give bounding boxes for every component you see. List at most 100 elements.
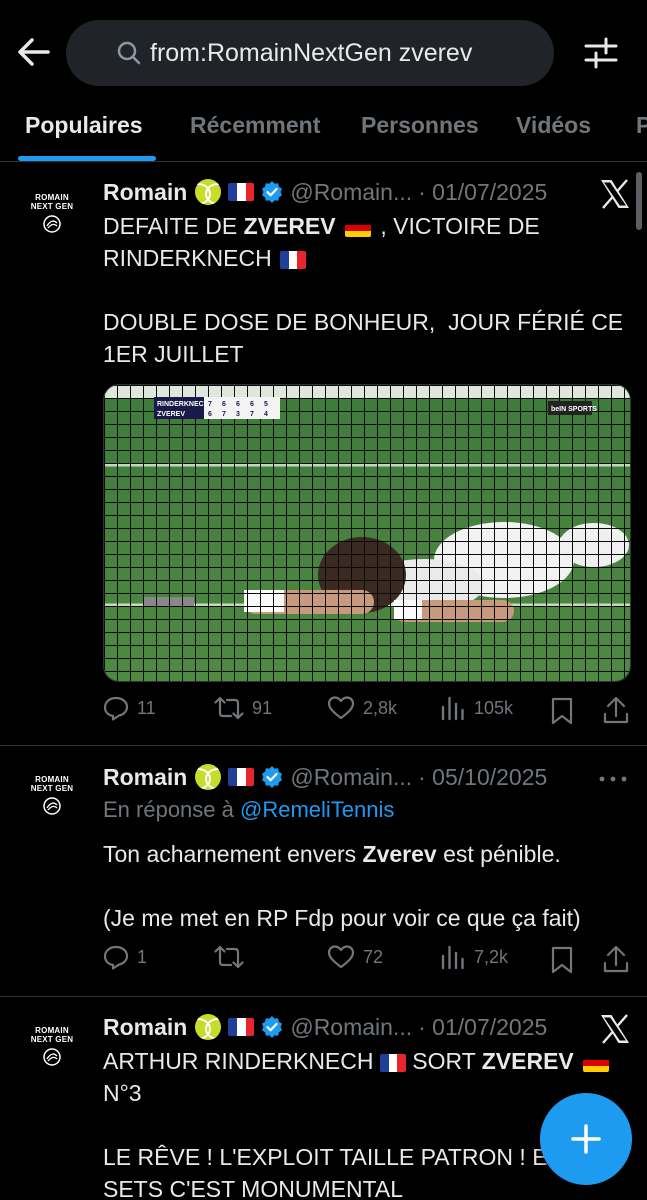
author-handle[interactable]: @Romain...: [290, 1014, 412, 1041]
avatar[interactable]: ROMAIN NEXT GEN: [24, 1018, 80, 1074]
like-button[interactable]: 72: [327, 944, 383, 970]
german-flag-icon: [583, 1053, 610, 1072]
verified-badge-icon: [262, 181, 283, 203]
tweet-header: Romain @Romain... · 01/07/2025: [103, 176, 547, 208]
tab-recemment[interactable]: Récemment: [190, 112, 320, 139]
search-filters-button[interactable]: [580, 32, 622, 74]
x-logo-icon[interactable]: [598, 1012, 632, 1046]
views-icon: [441, 696, 464, 721]
author-name[interactable]: Romain: [103, 179, 187, 206]
tweet-text: DEFAITE DE ZVEREV , VICTOIRE DE RINDERKN…: [103, 210, 633, 370]
views-icon: [441, 945, 464, 970]
verified-badge-icon: [262, 1016, 283, 1038]
scoreboard-set-score: 7: [222, 411, 226, 418]
compose-post-button[interactable]: [540, 1093, 632, 1185]
search-input[interactable]: from:RomainNextGen zverev: [66, 20, 554, 86]
author-name[interactable]: Romain: [103, 764, 187, 791]
author-handle[interactable]: @Romain...: [290, 179, 412, 206]
repost-button[interactable]: [214, 944, 252, 970]
french-flag-icon: [280, 250, 307, 269]
more-options-icon[interactable]: [596, 769, 630, 789]
tab-videos[interactable]: Vidéos: [516, 112, 591, 139]
text-segment: DOUBLE DOSE DE BONHEUR, JOUR FÉRIÉ CE 1E…: [103, 309, 630, 367]
tweet-text: Ton acharnement envers Zverev est pénibl…: [103, 838, 633, 934]
tweet-1[interactable]: ROMAIN NEXT GEN Romain @Romain... · 01/0…: [0, 163, 647, 746]
bookmark-icon[interactable]: [551, 697, 573, 725]
avatar-text-line2: NEXT GEN: [30, 1034, 74, 1044]
highlighted-term: Zverev: [362, 841, 437, 867]
share-icon[interactable]: [603, 945, 629, 973]
heart-icon: [327, 696, 355, 720]
tab-personnes[interactable]: Personnes: [361, 112, 479, 139]
share-icon[interactable]: [603, 696, 629, 724]
like-count: 72: [363, 946, 384, 967]
avatar-logo-icon: [43, 1047, 61, 1066]
french-flag-icon: [379, 1053, 406, 1072]
scoreboard-set-score: 6: [250, 401, 254, 408]
plus-icon: [571, 1124, 601, 1154]
avatar[interactable]: ROMAIN NEXT GEN: [24, 767, 80, 823]
reply-button[interactable]: 11: [103, 695, 156, 721]
french-flag-icon: [228, 183, 255, 201]
scoreboard-set-score: 7: [208, 401, 212, 408]
like-button[interactable]: 2,8k: [327, 695, 397, 721]
author-name[interactable]: Romain: [103, 1014, 187, 1041]
repost-icon: [214, 945, 244, 969]
scoreboard-player2: ZVEREV: [157, 411, 185, 418]
arrow-left-icon: [18, 38, 50, 66]
tweet-date[interactable]: · 05/10/2025: [418, 764, 547, 791]
search-query: from:RomainNextGen zverev: [150, 38, 473, 67]
scoreboard: RINDERKNECH ZVEREV 7 6 6 6 5 6 7 3 7 4: [154, 397, 280, 419]
reply-button[interactable]: 1: [103, 944, 147, 970]
avatar-text-line1: ROMAIN: [35, 1025, 69, 1035]
text-segment: N°3: [103, 1080, 142, 1106]
tweet-actions: 11 91 2,8k 105k: [103, 695, 633, 727]
tweet-2[interactable]: ROMAIN NEXT GEN Romain @Romain... · 05/1…: [0, 747, 647, 997]
views-button[interactable]: 105k: [440, 695, 513, 721]
search-tabs: Populaires Récemment Personnes Vidéos P: [0, 100, 647, 162]
views-button[interactable]: 7,2k: [440, 944, 508, 970]
tweet-header: Romain @Romain... · 01/07/2025: [103, 1011, 547, 1043]
text-segment: LE RÊVE ! L'EXPLOIT TAILLE PATRON ! E: [103, 1144, 548, 1170]
reply-mention-link[interactable]: @RemeliTennis: [240, 797, 394, 822]
tweet-3[interactable]: ROMAIN NEXT GEN Romain @Romain... · 01/0…: [0, 998, 647, 1200]
repost-button[interactable]: 91: [214, 695, 272, 721]
text-segment: ARTHUR RINDERKNECH: [103, 1048, 380, 1074]
avatar-text-line2: NEXT GEN: [30, 201, 74, 211]
tweet-media-image[interactable]: RINDERKNECH ZVEREV 7 6 6 6 5 6 7 3 7 4 beIN SPOR…: [103, 384, 631, 682]
back-button[interactable]: [14, 32, 54, 72]
avatar-logo-icon: [43, 214, 61, 233]
avatar-text-line1: ROMAIN: [35, 774, 69, 784]
repost-icon: [214, 696, 244, 720]
text-segment: SORT: [405, 1048, 482, 1074]
reply-prefix: En réponse à: [103, 797, 240, 822]
verified-badge-icon: [262, 766, 283, 788]
highlighted-term: ZVEREV: [481, 1048, 574, 1074]
top-bar: from:RomainNextGen zverev: [0, 0, 647, 105]
scoreboard-player1: RINDERKNECH: [157, 401, 209, 408]
view-count: 7,2k: [474, 946, 509, 967]
french-flag-icon: [228, 1018, 255, 1036]
scoreboard-set-score: 6: [208, 411, 212, 418]
tweet-date[interactable]: · 01/07/2025: [418, 1014, 547, 1041]
scoreboard-set-score: 6: [236, 401, 240, 408]
reply-context: En réponse à @RemeliTennis: [103, 797, 394, 823]
tab-populaires[interactable]: Populaires: [25, 112, 143, 139]
repost-count: 91: [252, 697, 273, 718]
reply-icon: [103, 696, 129, 721]
x-logo-icon[interactable]: [598, 177, 632, 211]
avatar-text-line1: ROMAIN: [35, 192, 69, 202]
tv-channel-logo: beIN SPORTS: [551, 406, 597, 413]
scoreboard-set-score: 4: [264, 411, 268, 418]
tab-more[interactable]: P: [636, 112, 647, 139]
german-flag-icon: [345, 218, 372, 237]
highlighted-term: ZVEREV: [243, 213, 336, 239]
author-handle[interactable]: @Romain...: [290, 764, 412, 791]
search-icon: [117, 41, 141, 65]
avatar[interactable]: ROMAIN NEXT GEN: [24, 185, 80, 241]
tweet-header: Romain @Romain... · 05/10/2025: [103, 761, 547, 793]
bookmark-icon[interactable]: [551, 946, 573, 974]
heart-icon: [327, 945, 355, 969]
tennis-ball-icon: [195, 1014, 222, 1040]
tweet-date[interactable]: · 01/07/2025: [418, 179, 547, 206]
